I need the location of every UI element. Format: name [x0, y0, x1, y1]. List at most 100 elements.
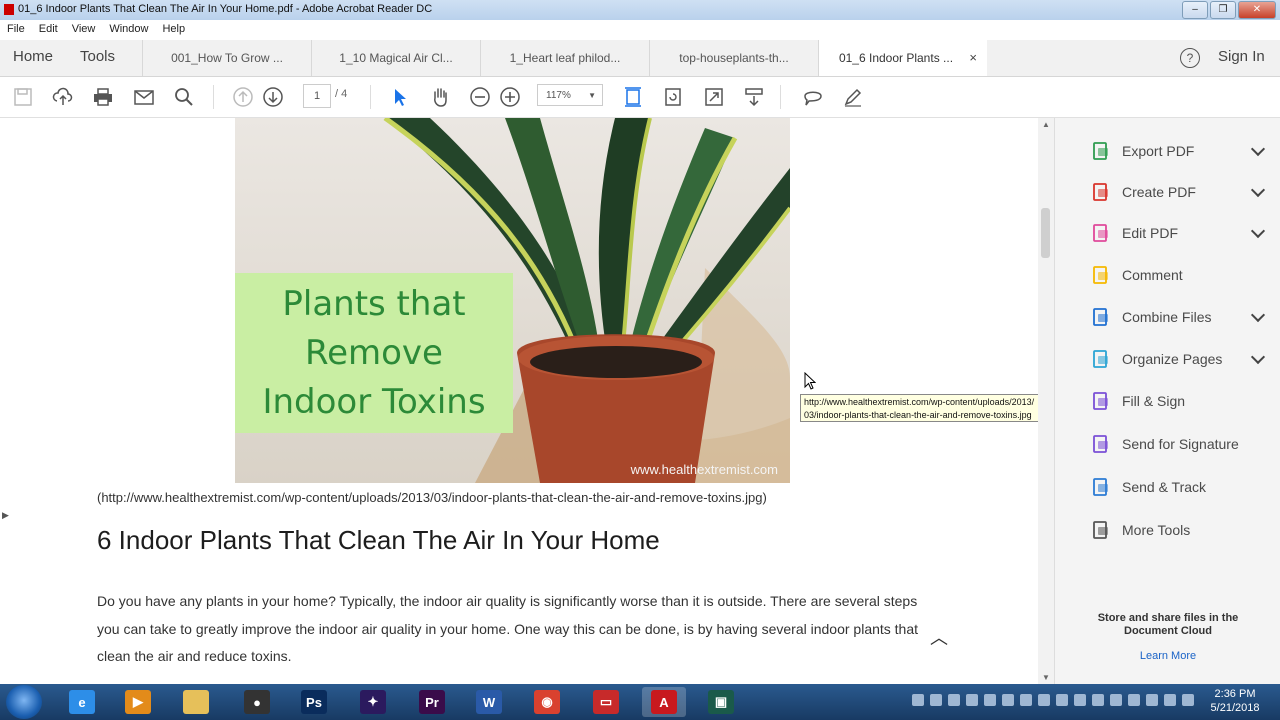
tray-icon[interactable]: [930, 694, 942, 706]
tray-icon[interactable]: [1056, 694, 1068, 706]
tray-icon[interactable]: [1020, 694, 1032, 706]
document-tab-active[interactable]: 01_6 Indoor Plants ... ×: [818, 40, 987, 76]
expand-left-pane-icon[interactable]: ▶: [2, 510, 9, 521]
taskbar-acrobat-button[interactable]: A: [642, 687, 686, 717]
zoom-value: 117%: [546, 90, 571, 101]
sign-in-button[interactable]: Sign In: [1218, 48, 1265, 65]
fill-sign-icon: [1091, 391, 1111, 411]
obs-icon: ●: [244, 690, 270, 714]
page-number-input[interactable]: 1: [303, 84, 331, 108]
tray-icon[interactable]: [948, 694, 960, 706]
taskbar-file-explorer-button[interactable]: [174, 687, 218, 717]
tray-icon[interactable]: [966, 694, 978, 706]
tray-icon[interactable]: [1128, 694, 1140, 706]
document-tab[interactable]: top-houseplants-th...: [649, 40, 818, 76]
close-window-button[interactable]: ✕: [1238, 1, 1276, 19]
print-icon[interactable]: [91, 85, 115, 109]
help-icon[interactable]: ?: [1180, 48, 1200, 68]
tooltip-text: http://www.healthextremist.com/wp-conten…: [804, 397, 1035, 420]
taskbar-internet-explorer-button[interactable]: e: [60, 687, 104, 717]
menu-edit[interactable]: Edit: [32, 20, 65, 40]
zoom-out-icon[interactable]: [468, 85, 492, 109]
maximize-button[interactable]: ❐: [1210, 1, 1236, 19]
minimize-button[interactable]: –: [1182, 1, 1208, 19]
tray-icon[interactable]: [1002, 694, 1014, 706]
cloud-upload-icon[interactable]: [51, 85, 75, 109]
search-icon[interactable]: [172, 85, 196, 109]
chevron-down-icon[interactable]: [1250, 182, 1266, 198]
pen-icon[interactable]: [841, 85, 865, 109]
chevron-down-icon[interactable]: [1250, 223, 1266, 239]
chevron-down-icon[interactable]: [1250, 307, 1266, 323]
tool-organize-pages[interactable]: Organize Pages: [1091, 347, 1271, 371]
menu-help[interactable]: Help: [155, 20, 192, 40]
tray-icon[interactable]: [1182, 694, 1194, 706]
menu-file[interactable]: File: [0, 20, 32, 40]
page-up-icon[interactable]: [231, 85, 255, 109]
taskbar-camtasia-button[interactable]: ▣: [699, 687, 743, 717]
rotate-icon[interactable]: [661, 85, 685, 109]
chevron-down-icon[interactable]: [1250, 141, 1266, 157]
tool-combine-files[interactable]: Combine Files: [1091, 305, 1271, 329]
tool-label: Create PDF: [1122, 184, 1196, 200]
taskbar-tv-app-button[interactable]: ▭: [584, 687, 628, 717]
image-watermark: www.healthextremist.com: [630, 462, 778, 477]
tab-tools[interactable]: Tools: [80, 48, 115, 65]
taskbar-obs-button[interactable]: ●: [235, 687, 279, 717]
tool-create-pdf[interactable]: Create PDF: [1091, 180, 1271, 204]
tool-export-pdf[interactable]: Export PDF: [1091, 139, 1271, 163]
tray-icon[interactable]: [1146, 694, 1158, 706]
tray-icon[interactable]: [1074, 694, 1086, 706]
tray-icon[interactable]: [1092, 694, 1104, 706]
taskbar-premiere-button[interactable]: Pr: [410, 687, 454, 717]
hand-icon[interactable]: [428, 85, 452, 109]
scroll-mode-icon[interactable]: [742, 85, 766, 109]
tab-home[interactable]: Home: [13, 48, 53, 65]
document-tab[interactable]: 1_Heart leaf philod...: [480, 40, 649, 76]
tray-icon[interactable]: [1110, 694, 1122, 706]
image-source-caption[interactable]: (http://www.healthextremist.com/wp-conte…: [97, 490, 767, 505]
comment-icon[interactable]: [801, 85, 825, 109]
learn-more-link[interactable]: Learn More: [1055, 650, 1280, 662]
toolbar: [0, 77, 1280, 118]
tool-more-tools[interactable]: More Tools: [1091, 518, 1271, 542]
scroll-down-icon[interactable]: ▼: [1042, 673, 1050, 682]
document-tab[interactable]: 001_How To Grow ...: [142, 40, 311, 76]
tool-send-track[interactable]: Send & Track: [1091, 475, 1271, 499]
close-tab-icon[interactable]: ×: [969, 40, 977, 76]
camtasia-icon: ▣: [708, 690, 734, 714]
vertical-scrollbar[interactable]: ▲ ▼: [1038, 118, 1054, 684]
tray-icon[interactable]: [984, 694, 996, 706]
taskbar-photoshop-button[interactable]: Ps: [292, 687, 336, 717]
start-button[interactable]: [6, 685, 42, 719]
taskbar-media-player-button[interactable]: ▶: [116, 687, 160, 717]
menu-view[interactable]: View: [65, 20, 103, 40]
taskbar-chrome-button[interactable]: ◉: [525, 687, 569, 717]
tool-send-for-signature[interactable]: Send for Signature: [1091, 432, 1271, 456]
tool-fill-sign[interactable]: Fill & Sign: [1091, 389, 1271, 413]
chevron-down-icon[interactable]: [1250, 349, 1266, 365]
page-down-icon[interactable]: [261, 85, 285, 109]
scrollbar-thumb[interactable]: [1041, 208, 1050, 258]
taskbar-clock[interactable]: 2:36 PM 5/21/2018: [1200, 687, 1270, 715]
fit-page-icon[interactable]: [621, 85, 645, 109]
tool-comment[interactable]: Comment: [1091, 263, 1271, 287]
menu-window[interactable]: Window: [102, 20, 155, 40]
taskbar-after-effects-button[interactable]: ✦: [351, 687, 395, 717]
document-tab[interactable]: 1_10 Magical Air Cl...: [311, 40, 480, 76]
select-arrow-icon[interactable]: [388, 85, 412, 109]
email-icon[interactable]: [132, 85, 156, 109]
tray-icon[interactable]: [1038, 694, 1050, 706]
scroll-to-top-icon[interactable]: ︿: [930, 624, 948, 650]
save-icon[interactable]: [11, 85, 35, 109]
taskbar-word-button[interactable]: W: [467, 687, 511, 717]
windows-taskbar: e ▶ ● Ps ✦ Pr W ◉ ▭ A ▣ 2:36 PM 5/21/2018: [0, 684, 1280, 720]
zoom-dropdown[interactable]: 117% ▼: [537, 84, 603, 106]
tool-edit-pdf[interactable]: Edit PDF: [1091, 221, 1271, 245]
zoom-in-icon[interactable]: [498, 85, 522, 109]
tray-icon[interactable]: [912, 694, 924, 706]
acrobat-app-icon: [4, 4, 14, 15]
tray-icon[interactable]: [1164, 694, 1176, 706]
scroll-up-icon[interactable]: ▲: [1042, 120, 1050, 129]
fullscreen-icon[interactable]: [702, 85, 726, 109]
